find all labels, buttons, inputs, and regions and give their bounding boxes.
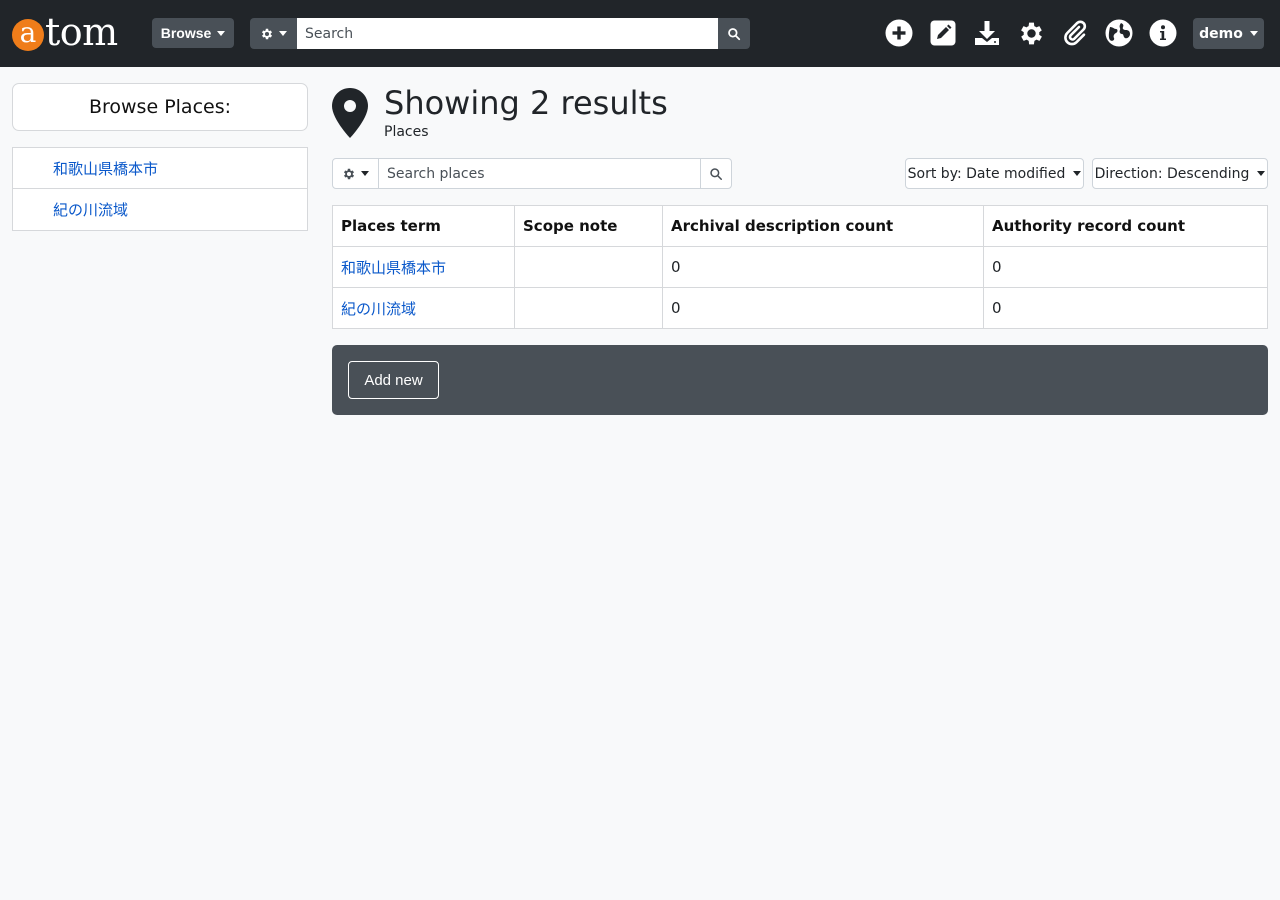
top-navbar: a tom Browse Search demo [0, 0, 1280, 67]
gear-icon [261, 28, 273, 39]
column-header-authority-count[interactable]: Authority record count [983, 205, 1268, 247]
search-icon [728, 27, 741, 40]
sort-direction-dropdown[interactable]: Direction: Descending [1092, 158, 1268, 189]
archival-count-cell: 0 [662, 246, 984, 288]
column-header-archival-count[interactable]: Archival description count [662, 205, 984, 247]
global-search-input[interactable] [297, 18, 719, 49]
sort-by-dropdown[interactable]: Sort by: Date modified [905, 158, 1084, 189]
settings-menu-button[interactable] [1016, 18, 1046, 48]
chevron-down-icon [217, 30, 226, 36]
language-icon [1105, 19, 1133, 47]
chevron-down-icon [1257, 171, 1266, 176]
browse-label: Browse [160, 25, 212, 41]
places-term-cell: 和歌山県橋本市 [332, 246, 515, 288]
table-row: 紀の川流域 0 0 [332, 287, 1268, 329]
search-icon [710, 167, 723, 180]
gear-icon [343, 168, 355, 179]
authority-count-cell: 0 [983, 287, 1268, 329]
places-search-button[interactable] [700, 158, 732, 189]
place-link[interactable]: 和歌山県橋本市 [341, 259, 446, 277]
column-header-scope-note[interactable]: Scope note [514, 205, 663, 247]
add-new-button[interactable]: Add new [348, 361, 439, 399]
settings-icon [1020, 22, 1042, 44]
column-header-places-term[interactable]: Places term [332, 205, 515, 247]
browse-menu-button[interactable]: Browse [152, 18, 234, 48]
places-search-options-button[interactable] [332, 158, 379, 189]
user-name: demo [1199, 25, 1243, 42]
places-term-cell: 紀の川流域 [332, 287, 515, 329]
place-link[interactable]: 紀の川流域 [341, 300, 416, 318]
scope-note-cell [514, 287, 663, 329]
sort-by-label: Sort by: Date modified [907, 165, 1066, 182]
user-menu-button[interactable]: demo [1193, 18, 1264, 49]
logo-letter: a [12, 19, 44, 51]
add-icon [885, 19, 913, 47]
info-icon [1149, 19, 1177, 47]
chevron-down-icon [361, 171, 369, 176]
logo-text: tom [45, 10, 118, 54]
page-title: Showing 2 results [384, 84, 668, 122]
authority-count-cell: 0 [983, 246, 1268, 288]
edit-icon [930, 20, 956, 46]
places-search-input[interactable] [378, 158, 701, 189]
language-menu-button[interactable] [1104, 18, 1134, 48]
clipboard-menu-button[interactable] [1060, 18, 1090, 48]
chevron-down-icon [1249, 31, 1258, 36]
chevron-down-icon [279, 31, 287, 36]
map-pin-icon [332, 88, 368, 138]
clipboard-icon [1064, 20, 1087, 46]
page-subtitle: Places [384, 124, 429, 140]
help-menu-button[interactable] [1148, 18, 1178, 48]
sidebar-item-place[interactable]: 和歌山県橋本市 [13, 148, 307, 189]
actions-bar: Add new [332, 345, 1268, 415]
manage-menu-button[interactable] [928, 18, 958, 48]
sidebar-item-place[interactable]: 紀の川流域 [13, 189, 307, 230]
sidebar-places-list: 和歌山県橋本市 紀の川流域 [12, 147, 308, 231]
import-menu-button[interactable] [972, 18, 1002, 48]
import-icon [975, 21, 999, 45]
sort-direction-label: Direction: Descending [1094, 165, 1250, 182]
add-menu-button[interactable] [884, 18, 914, 48]
scope-note-cell [514, 246, 663, 288]
table-header-row: Places term Scope note Archival descript… [332, 205, 1268, 247]
search-options-button[interactable] [250, 18, 297, 49]
archival-count-cell: 0 [662, 287, 984, 329]
global-search-button[interactable] [718, 18, 750, 49]
chevron-down-icon [1073, 171, 1082, 176]
table-row: 和歌山県橋本市 0 0 [332, 246, 1268, 288]
places-results-table: Places term Scope note Archival descript… [332, 205, 1268, 329]
browse-places-heading: Browse Places: [12, 83, 308, 131]
atom-logo[interactable]: a tom [12, 12, 118, 52]
